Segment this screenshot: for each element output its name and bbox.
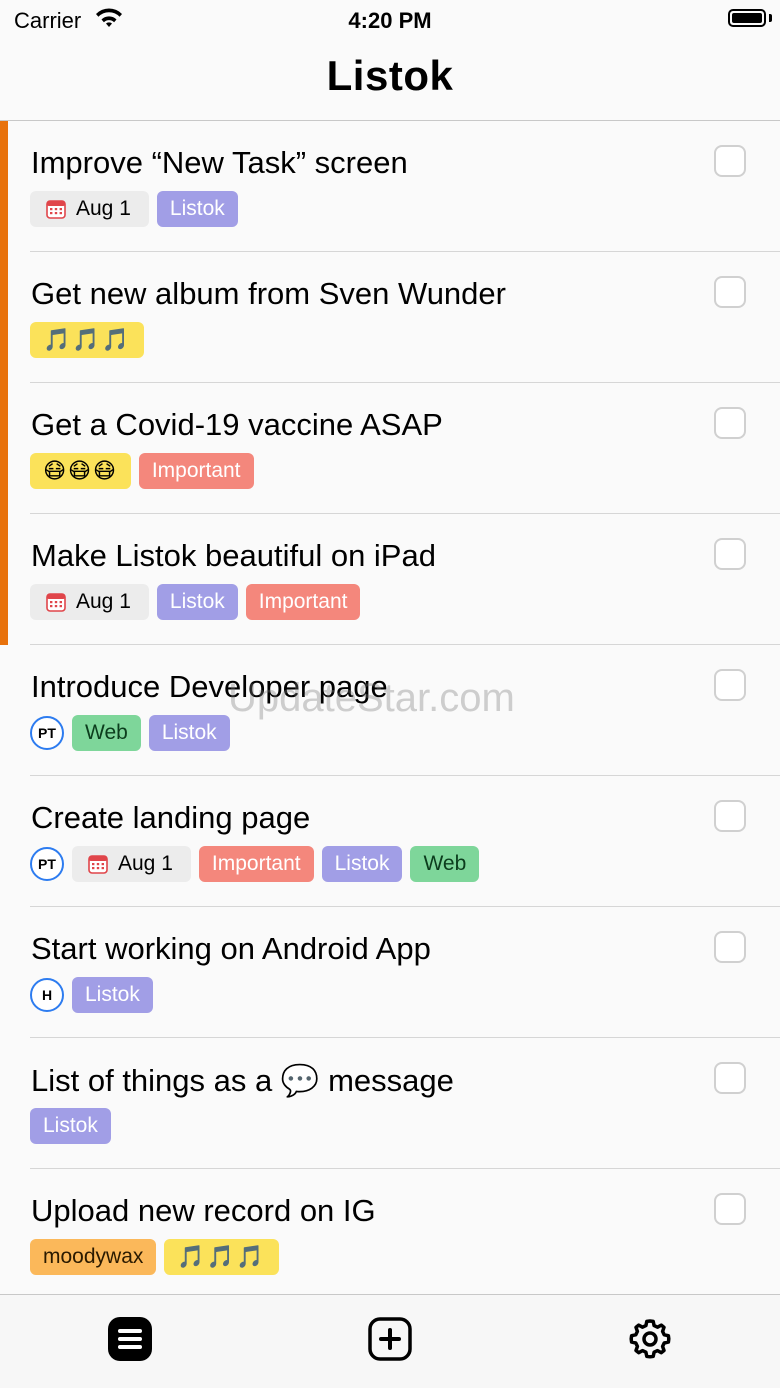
- task-title: Make Listok beautiful on iPad: [31, 538, 436, 573]
- tag-listok: Listok: [72, 977, 153, 1013]
- task-title: Upload new record on IG: [31, 1193, 376, 1228]
- priority-accent-bar: [0, 121, 8, 252]
- task-checkbox[interactable]: [714, 1193, 746, 1225]
- task-tags: 🎵🎵🎵: [30, 322, 145, 358]
- priority-accent-bar: [0, 514, 8, 645]
- tag-listok: Listok: [156, 191, 238, 227]
- task-row[interactable]: Make Listok beautiful on iPad Aug 1 Listok…: [0, 514, 780, 645]
- calendar-icon: [88, 854, 108, 874]
- task-row[interactable]: Start working on Android App H Listok: [0, 907, 780, 1038]
- task-tags: Aug 1 Listok Important: [30, 584, 361, 620]
- task-list: Improve “New Task” screen Aug 1 Listok Get …: [0, 121, 780, 1300]
- task-row[interactable]: Get a Covid-19 vaccine ASAP 😷😷😷 Important: [0, 383, 780, 514]
- task-checkbox[interactable]: [714, 145, 746, 177]
- tag-important: Important: [245, 584, 361, 620]
- task-tags: moodywax 🎵🎵🎵: [30, 1239, 279, 1275]
- tag-music: 🎵🎵🎵: [164, 1239, 279, 1275]
- task-title: Improve “New Task” screen: [31, 145, 408, 180]
- task-checkbox[interactable]: [714, 276, 746, 308]
- calendar-icon: [46, 592, 66, 612]
- task-tags: 😷😷😷 Important: [30, 453, 254, 489]
- tag-listok: Listok: [148, 715, 230, 751]
- page-title: Listok: [326, 52, 454, 99]
- task-checkbox[interactable]: [714, 800, 746, 832]
- tag-important: Important: [138, 453, 254, 489]
- task-row[interactable]: Introduce Developer page PT Web Listok: [0, 645, 780, 776]
- priority-accent-bar: [0, 252, 8, 383]
- task-checkbox[interactable]: [714, 931, 746, 963]
- tag-listok: Listok: [321, 846, 403, 882]
- status-bar: Carrier 4:20 PM: [0, 0, 780, 40]
- tag-listok: Listok: [30, 1108, 111, 1144]
- due-date-badge: Aug 1: [30, 584, 149, 620]
- assignee-avatar: PT: [30, 716, 64, 750]
- priority-accent-bar: [0, 383, 8, 514]
- list-icon[interactable]: [108, 1317, 152, 1366]
- due-date-badge: Aug 1: [30, 191, 149, 227]
- due-date-badge: Aug 1: [72, 846, 191, 882]
- clock: 4:20 PM: [348, 8, 432, 33]
- tab-bar: [0, 1294, 780, 1388]
- task-title: Start working on Android App: [31, 931, 431, 966]
- task-checkbox[interactable]: [714, 538, 746, 570]
- task-title: Introduce Developer page: [31, 669, 388, 704]
- task-tags: PT Aug 1 Important Listok Web: [30, 846, 480, 882]
- task-tags: Aug 1 Listok: [30, 191, 238, 227]
- task-checkbox[interactable]: [714, 669, 746, 701]
- task-row[interactable]: Create landing page PT Aug 1 Important Listo…: [0, 776, 780, 907]
- task-title: Get new album from Sven Wunder: [31, 276, 506, 311]
- tag-important: Important: [198, 846, 314, 882]
- battery-icon: [728, 9, 766, 27]
- tag-moodywax: moodywax: [30, 1239, 157, 1275]
- task-tags: PT Web Listok: [30, 715, 230, 751]
- calendar-icon: [46, 199, 66, 219]
- task-row[interactable]: Upload new record on IG moodywax 🎵🎵🎵: [0, 1169, 780, 1300]
- task-row[interactable]: List of things as a 💬 message Listok: [0, 1038, 780, 1169]
- due-date-label: Aug 1: [76, 197, 131, 220]
- tag-listok: Listok: [156, 584, 238, 620]
- assignee-avatar: H: [30, 978, 64, 1012]
- due-date-label: Aug 1: [76, 590, 131, 613]
- gear-icon[interactable]: [628, 1317, 672, 1366]
- task-title: Get a Covid-19 vaccine ASAP: [31, 407, 443, 442]
- task-tags: Listok: [30, 1108, 111, 1144]
- tag-web: Web: [410, 846, 480, 882]
- tag-music: 😷😷😷: [30, 453, 131, 489]
- add-icon[interactable]: [368, 1317, 412, 1366]
- tag-music: 🎵🎵🎵: [30, 322, 145, 358]
- task-title: Create landing page: [31, 800, 311, 835]
- battery-cap: [769, 14, 772, 22]
- task-title: List of things as a 💬 message: [31, 1063, 454, 1098]
- task-checkbox[interactable]: [714, 407, 746, 439]
- task-row[interactable]: Improve “New Task” screen Aug 1 Listok: [0, 121, 780, 252]
- task-row[interactable]: Get new album from Sven Wunder 🎵🎵🎵: [0, 252, 780, 383]
- task-tags: H Listok: [30, 977, 153, 1013]
- assignee-avatar: PT: [30, 847, 64, 881]
- due-date-label: Aug 1: [118, 852, 173, 875]
- task-checkbox[interactable]: [714, 1062, 746, 1094]
- tag-web: Web: [72, 715, 141, 751]
